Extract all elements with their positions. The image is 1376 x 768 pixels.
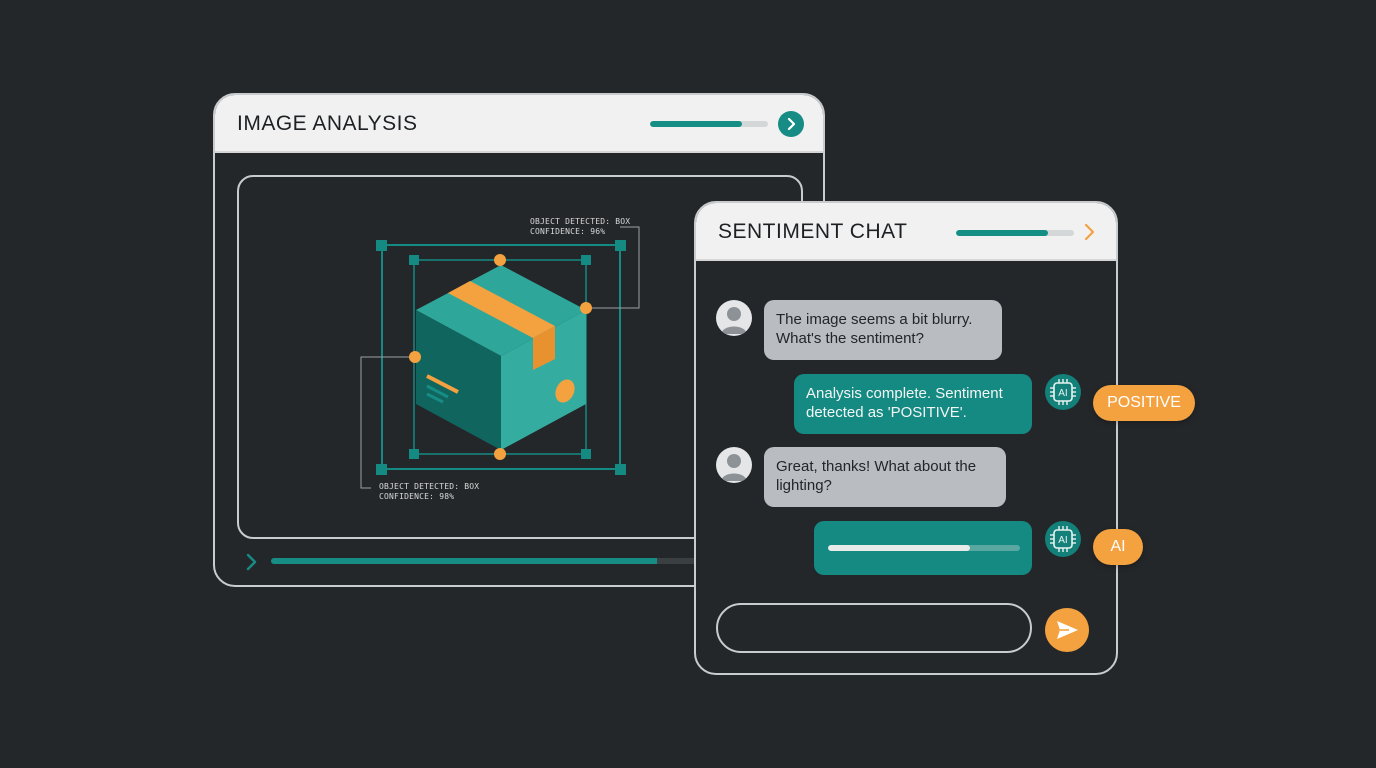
typing-progress-fill [828, 545, 971, 551]
detection-label-bottom: OBJECT DETECTED: BOX CONFIDENCE: 98% [379, 482, 479, 502]
corner-handle[interactable] [581, 449, 591, 459]
sentiment-chat-header: SENTIMENT CHAT [696, 203, 1116, 261]
next-button[interactable] [778, 111, 804, 137]
corner-handle[interactable] [376, 240, 387, 251]
sentiment-chat-window: SENTIMENT CHAT The image seems a bit blu… [694, 201, 1118, 675]
corner-handle[interactable] [409, 255, 419, 265]
sentiment-tag-positive: POSITIVE [1093, 385, 1195, 421]
window-title: IMAGE ANALYSIS [237, 112, 418, 135]
edge-handle[interactable] [409, 351, 421, 363]
edge-handle[interactable] [494, 254, 506, 266]
detection-object-text: OBJECT DETECTED: BOX [530, 217, 631, 226]
ai-icon-label: AI [1058, 535, 1067, 546]
ai-chip-icon: AI [1045, 374, 1081, 410]
send-button[interactable] [1045, 608, 1089, 652]
header-progress-bar [650, 121, 768, 127]
send-icon [1057, 621, 1078, 639]
user-avatar-icon [716, 447, 752, 483]
message-bubble-user: The image seems a bit blurry. What's the… [764, 300, 1002, 360]
header-progress-bar [956, 230, 1074, 236]
ai-icon-label: AI [1058, 388, 1067, 399]
user-avatar-icon [716, 300, 752, 336]
detection-confidence-text: CONFIDENCE: 98% [379, 492, 455, 501]
image-analysis-header: IMAGE ANALYSIS [215, 95, 823, 153]
detection-object-text: OBJECT DETECTED: BOX [379, 482, 480, 491]
edge-handle[interactable] [494, 448, 506, 460]
corner-handle[interactable] [581, 255, 591, 265]
corner-handle[interactable] [615, 240, 626, 251]
scan-progress-fill [271, 558, 658, 564]
message-input[interactable] [716, 603, 1032, 653]
edge-handle[interactable] [580, 302, 592, 314]
ai-tag: AI [1093, 529, 1143, 565]
corner-handle[interactable] [409, 449, 419, 459]
header-progress-fill [956, 230, 1049, 236]
message-bubble-user: Great, thanks! What about the lighting? [764, 447, 1006, 507]
detection-label-top: OBJECT DETECTED: BOX CONFIDENCE: 96% [530, 217, 630, 237]
ai-chip-icon: AI [1045, 521, 1081, 557]
message-bubble-ai-typing [814, 521, 1032, 575]
chevron-right-icon [787, 117, 796, 131]
detection-confidence-text: CONFIDENCE: 96% [530, 227, 606, 236]
typing-progress-bar [828, 545, 1020, 551]
corner-handle[interactable] [615, 464, 626, 475]
chevron-right-icon[interactable] [245, 552, 261, 572]
message-bubble-ai: Analysis complete. Sentiment detected as… [794, 374, 1032, 434]
chevron-right-icon[interactable] [1083, 222, 1097, 242]
corner-handle[interactable] [376, 464, 387, 475]
header-progress-fill [650, 121, 743, 127]
window-title: SENTIMENT CHAT [718, 220, 908, 243]
